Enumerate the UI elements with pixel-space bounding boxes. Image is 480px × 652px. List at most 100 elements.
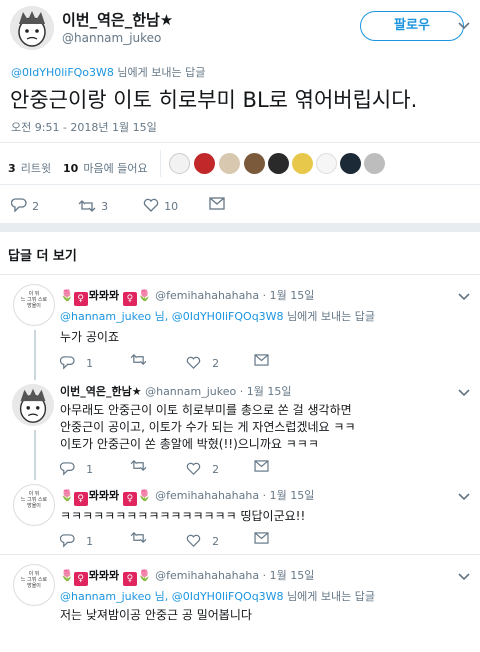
reply-icon <box>59 534 75 548</box>
female-sign-icon: ♀ <box>122 572 137 586</box>
reply-action[interactable]: 1 <box>59 530 94 549</box>
retweet-icon[interactable] <box>130 531 147 544</box>
retweet-icon <box>78 200 96 212</box>
reply-text: 아무래도 안중근이 이토 히로부미를 총으로 쏜 걸 생각하면 안중근이 공이고… <box>60 402 355 453</box>
retweet-count: 3 <box>101 200 109 213</box>
chevron-down-icon[interactable] <box>458 573 470 581</box>
reply-to-suffix: 님에게 보내는 답글 <box>287 590 376 603</box>
reply-to-suffix: 님에게 보내는 답글 <box>287 310 376 323</box>
heart-icon <box>143 198 159 212</box>
reply-handle[interactable]: @femihahahahaha <box>155 289 259 302</box>
message-icon[interactable] <box>254 460 269 472</box>
reply-to-suffix: 님에게 보내는 답글 <box>117 66 206 79</box>
reply-avatar[interactable]: 이 뒤 느 그뮈 스로 방울이 <box>13 484 55 526</box>
divider <box>160 150 161 177</box>
reply-action[interactable]: 2 <box>10 195 40 214</box>
message-icon[interactable] <box>209 197 225 210</box>
avatar-caption: 방울이 <box>27 503 41 509</box>
female-sign-icon: ♀ <box>73 492 88 506</box>
tweet-text: 안중근이랑 이토 히로부미 BL로 엮어버립시다. <box>10 88 418 112</box>
author-avatar[interactable] <box>10 6 54 50</box>
like-stat[interactable]: 10 마음에 들어요 <box>63 157 148 176</box>
chevron-down-icon[interactable] <box>458 22 470 30</box>
liker-avatar[interactable] <box>316 153 337 174</box>
thread-line <box>34 330 36 380</box>
female-sign-icon: ♀ <box>73 292 88 306</box>
divider <box>0 274 480 275</box>
liker-avatar[interactable] <box>244 153 265 174</box>
retweet-icon[interactable] <box>130 353 147 366</box>
liker-avatar[interactable] <box>292 153 313 174</box>
more-replies-heading[interactable]: 답글 더 보기 <box>8 245 77 264</box>
reply-to-handles[interactable]: @hannam_jukeo 님, @0IdYH0liFQOq3W8 <box>60 310 284 323</box>
retweet-stat[interactable]: 3 리트윗 <box>8 157 51 176</box>
liker-avatar[interactable] <box>194 153 215 174</box>
reply-avatar[interactable] <box>12 384 54 426</box>
message-icon[interactable] <box>254 532 269 544</box>
like-action[interactable]: 10 <box>143 195 178 214</box>
retweet-count: 3 <box>8 162 16 175</box>
reply-display-name[interactable]: 이번_역은_한남★ <box>60 385 142 398</box>
reply-handle[interactable]: @hannam_jukeo <box>145 385 236 398</box>
retweet-icon[interactable] <box>130 459 147 472</box>
reply-icon <box>59 462 75 476</box>
reply-date[interactable]: · 1월 15일 <box>263 569 315 582</box>
reply-date[interactable]: · 1월 15일 <box>263 289 315 302</box>
liker-avatar[interactable] <box>340 153 361 174</box>
avatar-caption: 방울이 <box>27 303 41 309</box>
liker-avatar[interactable] <box>364 153 385 174</box>
like-count: 2 <box>212 463 220 476</box>
reply-text-line: 아무래도 안중근이 이토 히로부미를 총으로 쏜 걸 생각하면 <box>60 403 352 417</box>
reply-avatar[interactable]: 이 뒤 느 그뮈 스로 방울이 <box>13 564 55 606</box>
reply-count: 1 <box>86 535 94 548</box>
reply-to-handle-link[interactable]: @0IdYH0liFQo3W8 <box>11 66 114 79</box>
message-icon[interactable] <box>254 354 269 366</box>
reply-handle[interactable]: @femihahahahaha <box>155 489 259 502</box>
liker-avatar[interactable] <box>268 153 289 174</box>
avatar-caption: 방울이 <box>27 583 41 589</box>
reply-icon <box>59 356 75 370</box>
reply-display-name[interactable]: 🌷 ♀ 뫄뫄뫄 ♀ 🌷 <box>60 289 152 306</box>
like-count: 10 <box>63 162 79 175</box>
reply-text: ㅋㅋㅋㅋㅋㅋㅋㅋㅋㅋㅋㅋㅋㅋㅋㅋ 띵답이군요!! <box>60 509 306 523</box>
reply-display-name[interactable]: 🌷 ♀ 뫄뫄뫄 ♀ 🌷 <box>60 489 152 506</box>
reply-date[interactable]: · 1월 15일 <box>263 489 315 502</box>
section-divider <box>0 223 480 232</box>
reply-count: 2 <box>32 200 40 213</box>
tweet-timestamp[interactable]: 오전 9:51 - 2018년 1월 15일 <box>11 119 157 135</box>
reply-display-name[interactable]: 🌷 ♀ 뫄뫄뫄 ♀ 🌷 <box>60 569 152 586</box>
heart-icon <box>186 356 201 369</box>
like-count: 2 <box>212 535 220 548</box>
divider <box>0 554 480 555</box>
like-action[interactable]: 2 <box>186 530 219 549</box>
reply-header: 이번_역은_한남★ @hannam_jukeo · 1월 15일 <box>60 383 291 399</box>
chevron-down-icon[interactable] <box>458 389 470 397</box>
author-display-name[interactable]: 이번_역은_한남★ <box>62 9 173 30</box>
thread-line <box>34 430 36 480</box>
reply-avatar[interactable]: 이 뒤 느 그뮈 스로 방울이 <box>13 284 55 326</box>
reply-action[interactable]: 1 <box>59 458 93 477</box>
follow-button[interactable]: 팔로우 <box>360 11 464 41</box>
like-action[interactable]: 2 <box>186 352 219 371</box>
chevron-down-icon[interactable] <box>458 493 470 501</box>
reply-text: 누가 공이죠 <box>60 330 120 344</box>
reply-to-handles[interactable]: @hannam_jukeo 님, @0IdYH0liFQOq3W8 <box>60 590 284 603</box>
like-action[interactable]: 2 <box>186 458 219 477</box>
reply-context: @hannam_jukeo 님, @0IdYH0liFQOq3W8 님에게 보내… <box>60 308 375 324</box>
liker-avatar[interactable] <box>169 153 190 174</box>
reply-header: 🌷 ♀ 뫄뫄뫄 ♀ 🌷 @femihahahahaha · 1월 15일 <box>60 487 314 506</box>
reply-action[interactable]: 1 <box>59 352 94 371</box>
reply-handle[interactable]: @femihahahahaha <box>155 569 259 582</box>
author-handle[interactable]: @hannam_jukeo <box>62 31 161 45</box>
reply-text-line: 안중근이 공이고, 이토가 수가 되는 게 자연스럽겠네요 ㅋㅋ <box>60 420 356 434</box>
chevron-down-icon[interactable] <box>458 293 470 301</box>
reply-text: 저는 낮져밤이공 안중근 공 밀어봅니다 <box>60 608 252 622</box>
like-count: 10 <box>164 200 179 213</box>
like-count: 2 <box>212 357 220 370</box>
liker-avatar[interactable] <box>219 153 240 174</box>
reply-date[interactable]: · 1월 15일 <box>240 385 292 398</box>
reply-icon <box>10 198 27 213</box>
reply-count: 1 <box>86 357 94 370</box>
retweet-action[interactable]: 3 <box>78 195 108 214</box>
reply-text-line: 이토가 안중근이 쏜 총알에 박혔(!!)으니까요 ㅋㅋㅋ <box>60 437 319 451</box>
